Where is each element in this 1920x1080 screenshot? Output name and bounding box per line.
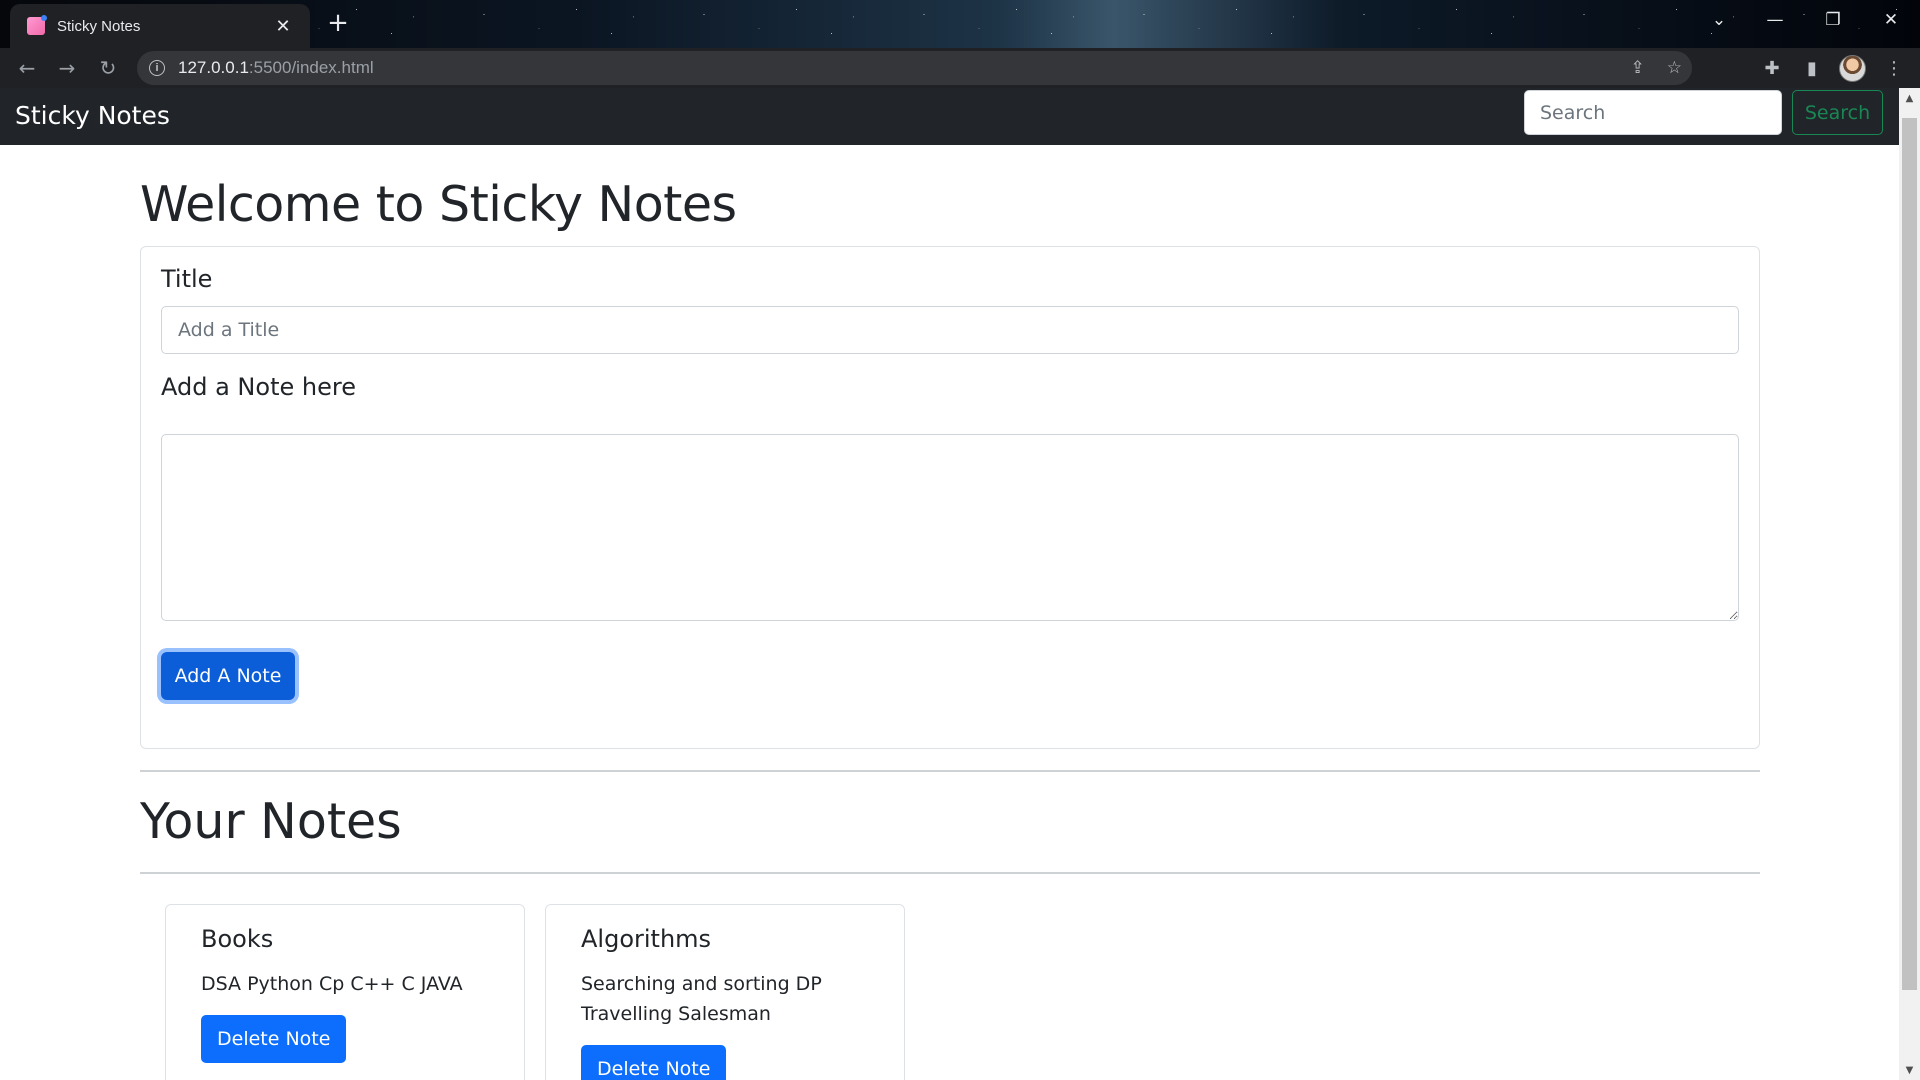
search-button[interactable]: Search bbox=[1792, 90, 1883, 135]
add-note-button[interactable]: Add A Note bbox=[161, 652, 295, 700]
star-icon[interactable]: ☆ bbox=[1667, 58, 1682, 78]
browser-toolbar: ← → ↻ i 127.0.0.1:5500/index.html ⇪ ☆ ✚ … bbox=[0, 48, 1920, 88]
page-viewport: Sticky Notes Search Welcome to Sticky No… bbox=[0, 88, 1899, 1080]
scrollbar-thumb[interactable] bbox=[1902, 118, 1917, 990]
navbar-brand[interactable]: Sticky Notes bbox=[15, 98, 170, 133]
note-card: Books DSA Python Cp C++ C JAVA Delete No… bbox=[165, 904, 525, 1080]
delete-note-button[interactable]: Delete Note bbox=[581, 1045, 727, 1080]
restore-icon[interactable]: ❐ bbox=[1805, 0, 1861, 40]
note-title: Algorithms bbox=[581, 925, 712, 953]
page-scrollbar[interactable]: ▲ ▼ bbox=[1899, 88, 1920, 1080]
extensions-icon[interactable]: ✚ bbox=[1761, 57, 1783, 79]
title-label: Title bbox=[161, 265, 213, 293]
address-bar[interactable]: i 127.0.0.1:5500/index.html ⇪ ☆ bbox=[137, 51, 1692, 85]
notes-heading: Your Notes bbox=[140, 793, 402, 850]
kebab-menu-icon[interactable]: ⋮ bbox=[1883, 57, 1905, 79]
add-note-form: Title Add a Note here Add A Note bbox=[140, 246, 1760, 749]
new-tab-icon[interactable]: + bbox=[324, 9, 352, 37]
browser-tab-strip: Sticky Notes ✕ + ⌄ — ❐ ✕ bbox=[0, 0, 1920, 48]
side-panel-icon[interactable]: ▮ bbox=[1801, 57, 1823, 79]
title-input[interactable] bbox=[161, 306, 1739, 354]
sticky-note-favicon-icon bbox=[27, 15, 47, 35]
note-label: Add a Note here bbox=[161, 373, 356, 401]
note-title: Books bbox=[201, 925, 274, 953]
minimize-icon[interactable]: — bbox=[1747, 0, 1803, 40]
note-text: Searching and sorting DP Travelling Sale… bbox=[581, 973, 822, 1025]
forward-arrow-icon[interactable]: → bbox=[52, 53, 82, 83]
reload-icon[interactable]: ↻ bbox=[93, 53, 123, 83]
tab-search-chevron-icon[interactable]: ⌄ bbox=[1691, 0, 1747, 40]
close-tab-icon[interactable]: ✕ bbox=[272, 15, 294, 37]
navbar: Sticky Notes Search bbox=[0, 88, 1899, 145]
scroll-down-arrow-icon[interactable]: ▼ bbox=[1899, 1060, 1920, 1080]
close-window-icon[interactable]: ✕ bbox=[1863, 0, 1919, 40]
note-text: DSA Python Cp C++ C JAVA bbox=[201, 973, 463, 995]
note-card: Algorithms Searching and sorting DP Trav… bbox=[545, 904, 905, 1080]
url-text[interactable]: 127.0.0.1:5500/index.html bbox=[178, 58, 374, 78]
section-divider bbox=[140, 770, 1760, 772]
browser-tab[interactable]: Sticky Notes ✕ bbox=[10, 4, 310, 48]
profile-avatar[interactable] bbox=[1839, 55, 1866, 82]
note-textarea[interactable] bbox=[161, 434, 1739, 621]
share-icon[interactable]: ⇪ bbox=[1631, 58, 1645, 78]
delete-note-button[interactable]: Delete Note bbox=[201, 1015, 347, 1063]
tab-title: Sticky Notes bbox=[57, 17, 141, 35]
page-title: Welcome to Sticky Notes bbox=[140, 176, 737, 233]
back-arrow-icon[interactable]: ← bbox=[12, 53, 42, 83]
info-icon[interactable]: i bbox=[149, 60, 165, 76]
scroll-up-arrow-icon[interactable]: ▲ bbox=[1899, 88, 1920, 108]
notes-heading-divider bbox=[140, 872, 1760, 874]
search-input[interactable] bbox=[1524, 90, 1782, 135]
